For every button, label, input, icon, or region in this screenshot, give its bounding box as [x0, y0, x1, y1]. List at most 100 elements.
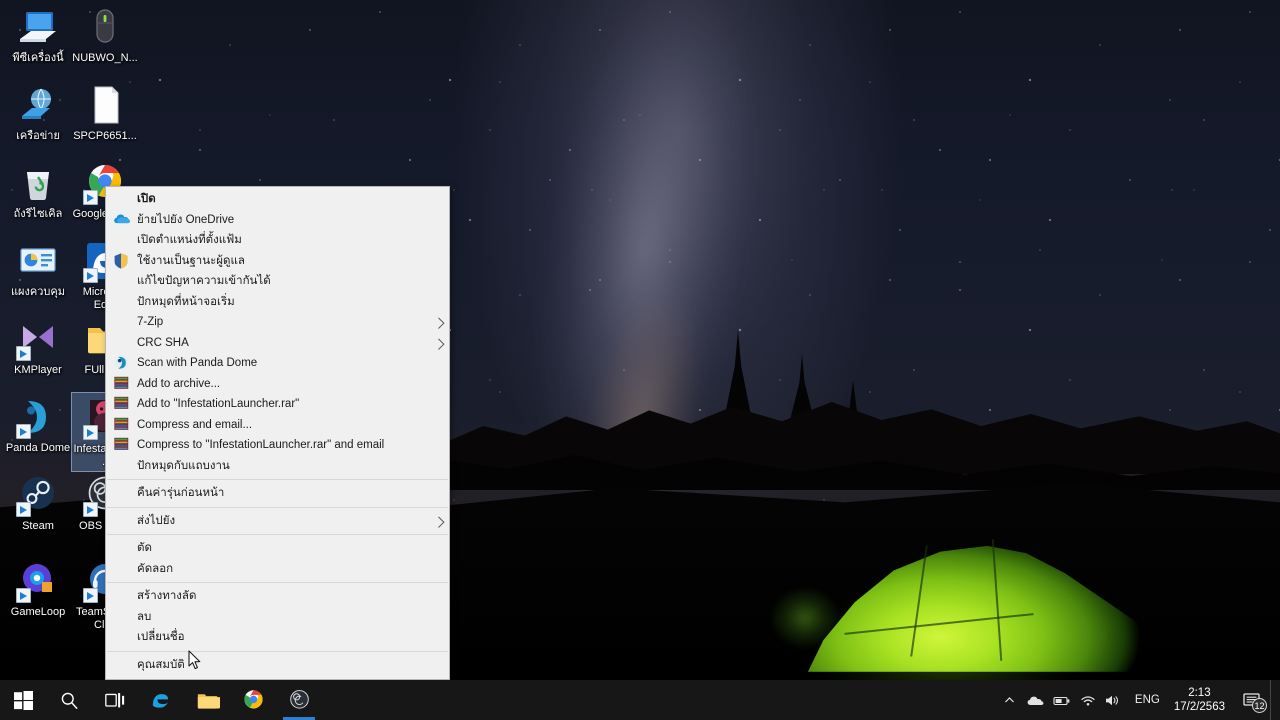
- search-button[interactable]: [46, 680, 92, 720]
- desktop-icon-mouse-device[interactable]: NUBWO_N...: [71, 2, 139, 67]
- language-indicator[interactable]: ENG: [1127, 680, 1168, 720]
- file-explorer-button[interactable]: [184, 680, 230, 720]
- chevron-right-icon: [433, 338, 445, 350]
- kmplayer-icon: [16, 317, 60, 361]
- system-tray[interactable]: ENG 2:13 17/2/2563 12: [997, 680, 1280, 720]
- chevron-right-icon: [433, 516, 445, 528]
- desktop-icon-kmplayer[interactable]: KMPlayer: [4, 314, 72, 379]
- menu-item-label: CRC SHA: [137, 336, 189, 349]
- shield-icon: [114, 253, 130, 269]
- chevron-up-icon: [1005, 696, 1015, 702]
- desktop-icon-label: SPCP6651...: [73, 130, 137, 142]
- desktop-icon-this-pc[interactable]: พีซีเครื่องนี้: [4, 2, 72, 67]
- menu-item-13[interactable]: ปักหมุดกับแถบงาน: [106, 456, 449, 477]
- menu-item-label: เปิด: [137, 193, 156, 206]
- file-context-menu[interactable]: เปิดย้ายไปยัง OneDrive เปิดตำแหน่งที่ตั้ง…: [105, 186, 450, 680]
- desktop-icon-label: แผงควบคุม: [10, 286, 66, 298]
- language-label: ENG: [1134, 694, 1160, 706]
- speaker-icon: [1106, 695, 1119, 705]
- shortcut-arrow-icon: [16, 424, 31, 439]
- wifi-icon: [1081, 695, 1095, 706]
- desktop-icon-text-document[interactable]: SPCP6651...: [71, 80, 139, 145]
- menu-item-5[interactable]: ปักหมุดที่หน้าจอเริ่ม: [106, 292, 449, 313]
- shortcut-arrow-icon: [83, 588, 98, 603]
- menu-item-label: เปลี่ยนชื่อ: [137, 631, 185, 644]
- windows-logo-icon: [13, 690, 33, 710]
- menu-separator: [107, 582, 448, 583]
- desktop-icon-panda-dome[interactable]: Panda Dome: [4, 392, 72, 457]
- winrar-icon: [114, 396, 130, 412]
- task-view-button[interactable]: [92, 680, 138, 720]
- wifi-tray-icon[interactable]: [1075, 680, 1101, 720]
- shortcut-arrow-icon: [83, 190, 98, 205]
- menu-item-24[interactable]: เปลี่ยนชื่อ: [106, 627, 449, 648]
- show-desktop-button[interactable]: [1270, 680, 1276, 720]
- desktop-icon-gameloop[interactable]: GameLoop: [4, 556, 72, 621]
- menu-item-0[interactable]: เปิด: [106, 189, 449, 210]
- desktop-icon-label: KMPlayer: [14, 364, 62, 376]
- wallpaper-trees: [700, 310, 880, 420]
- menu-item-15[interactable]: คืนค่ารุ่นก่อนหน้า: [106, 483, 449, 504]
- microsoft-edge-icon: [148, 687, 174, 713]
- desktop-icon-label: Steam: [22, 520, 54, 532]
- start-button[interactable]: [0, 680, 46, 720]
- desktop-icon-steam[interactable]: Steam: [4, 470, 72, 535]
- cloud-icon: [1028, 696, 1044, 705]
- desktop-icon-label: ถังรีไซเคิล: [13, 208, 63, 220]
- menu-item-compress-to-infestationlauncher-rar-and-email[interactable]: Compress to "InfestationLauncher.rar" an…: [106, 435, 449, 456]
- menu-item-onedrive[interactable]: ย้ายไปยัง OneDrive: [106, 210, 449, 231]
- shortcut-arrow-icon: [83, 502, 98, 517]
- menu-item-scan-with-panda-dome[interactable]: Scan with Panda Dome: [106, 353, 449, 374]
- clock-date: 17/2/2563: [1173, 701, 1225, 713]
- menu-item-7-zip[interactable]: 7-Zip: [106, 312, 449, 333]
- battery-tray-icon[interactable]: [1049, 680, 1075, 720]
- text-document-icon: [83, 83, 127, 127]
- chrome-button[interactable]: [230, 680, 276, 720]
- action-center-button[interactable]: 12: [1234, 680, 1270, 720]
- menu-item-add-to-archive[interactable]: Add to archive...: [106, 374, 449, 395]
- menu-item-3[interactable]: ใช้งานเป็นฐานะผู้ดูแล: [106, 251, 449, 272]
- control-panel-icon: [16, 239, 60, 283]
- menu-item-label: สร้างทางลัด: [137, 590, 197, 603]
- menu-item-19[interactable]: ตัด: [106, 538, 449, 559]
- menu-item-label: ปักหมุดที่หน้าจอเริ่ม: [137, 295, 235, 308]
- menu-item-20[interactable]: คัดลอก: [106, 559, 449, 580]
- show-hidden-icons-button[interactable]: [997, 680, 1023, 720]
- google-chrome-icon: [241, 688, 266, 713]
- menu-item-4[interactable]: แก้ไขปัญหาความเข้ากันได้: [106, 271, 449, 292]
- volume-tray-icon[interactable]: [1101, 680, 1127, 720]
- menu-item-label: Add to archive...: [137, 377, 221, 390]
- menu-item-22[interactable]: สร้างทางลัด: [106, 586, 449, 607]
- menu-item-label: Scan with Panda Dome: [137, 357, 258, 370]
- winrar-icon: [114, 376, 130, 392]
- menu-item-17[interactable]: ส่งไปยัง: [106, 511, 449, 532]
- menu-item-add-to-infestationlauncher-rar[interactable]: Add to "InfestationLauncher.rar": [106, 394, 449, 415]
- menu-separator: [107, 479, 448, 480]
- desktop-icon-control-panel[interactable]: แผงควบคุม: [4, 236, 72, 301]
- clock-time: 2:13: [1188, 687, 1211, 699]
- menu-item-label: เปิดตำแหน่งที่ตั้งแฟ้ม: [137, 234, 242, 247]
- menu-item-label: ปักหมุดกับแถบงาน: [137, 459, 230, 472]
- mouse-device-icon: [83, 5, 127, 49]
- menu-item-23[interactable]: ลบ: [106, 607, 449, 628]
- winrar-icon: [114, 437, 130, 453]
- edge-button[interactable]: [138, 680, 184, 720]
- desktop-icon-network[interactable]: เครือข่าย: [4, 80, 72, 145]
- desktop-icon-label: NUBWO_N...: [72, 52, 138, 64]
- chevron-right-icon: [433, 317, 445, 330]
- obs-button[interactable]: [276, 680, 322, 720]
- desktop-icon-recycle-bin[interactable]: ถังรีไซเคิล: [4, 158, 72, 223]
- menu-item-crc-sha[interactable]: CRC SHA: [106, 333, 449, 354]
- clock-button[interactable]: 2:13 17/2/2563: [1168, 680, 1234, 720]
- taskbar[interactable]: ENG 2:13 17/2/2563 12: [0, 680, 1280, 720]
- menu-item-compress-and-email[interactable]: Compress and email...: [106, 415, 449, 436]
- menu-item-26[interactable]: คุณสมบัติ: [106, 655, 449, 676]
- menu-item-2[interactable]: เปิดตำแหน่งที่ตั้งแฟ้ม: [106, 230, 449, 251]
- shortcut-arrow-icon: [83, 425, 98, 440]
- menu-item-label: Compress and email...: [137, 418, 253, 431]
- menu-item-label: 7-Zip: [137, 316, 164, 329]
- onedrive-tray-icon[interactable]: [1023, 680, 1049, 720]
- shortcut-arrow-icon: [16, 588, 31, 603]
- network-icon: [16, 83, 60, 127]
- menu-item-label: Compress to "InfestationLauncher.rar" an…: [137, 439, 385, 452]
